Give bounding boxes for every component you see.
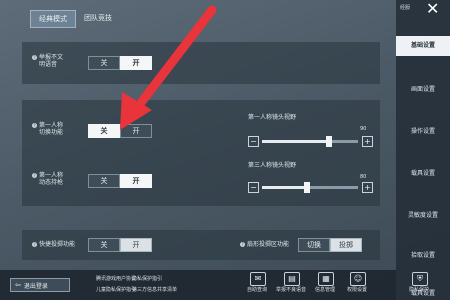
annotation-arrow xyxy=(120,5,217,130)
settings-screen: 经典模式 团队竞技 ? 举报不文 明语音 关 开 ? 第一人称 切换功能 关 开 xyxy=(0,0,450,300)
arrow-shaft xyxy=(135,5,217,109)
